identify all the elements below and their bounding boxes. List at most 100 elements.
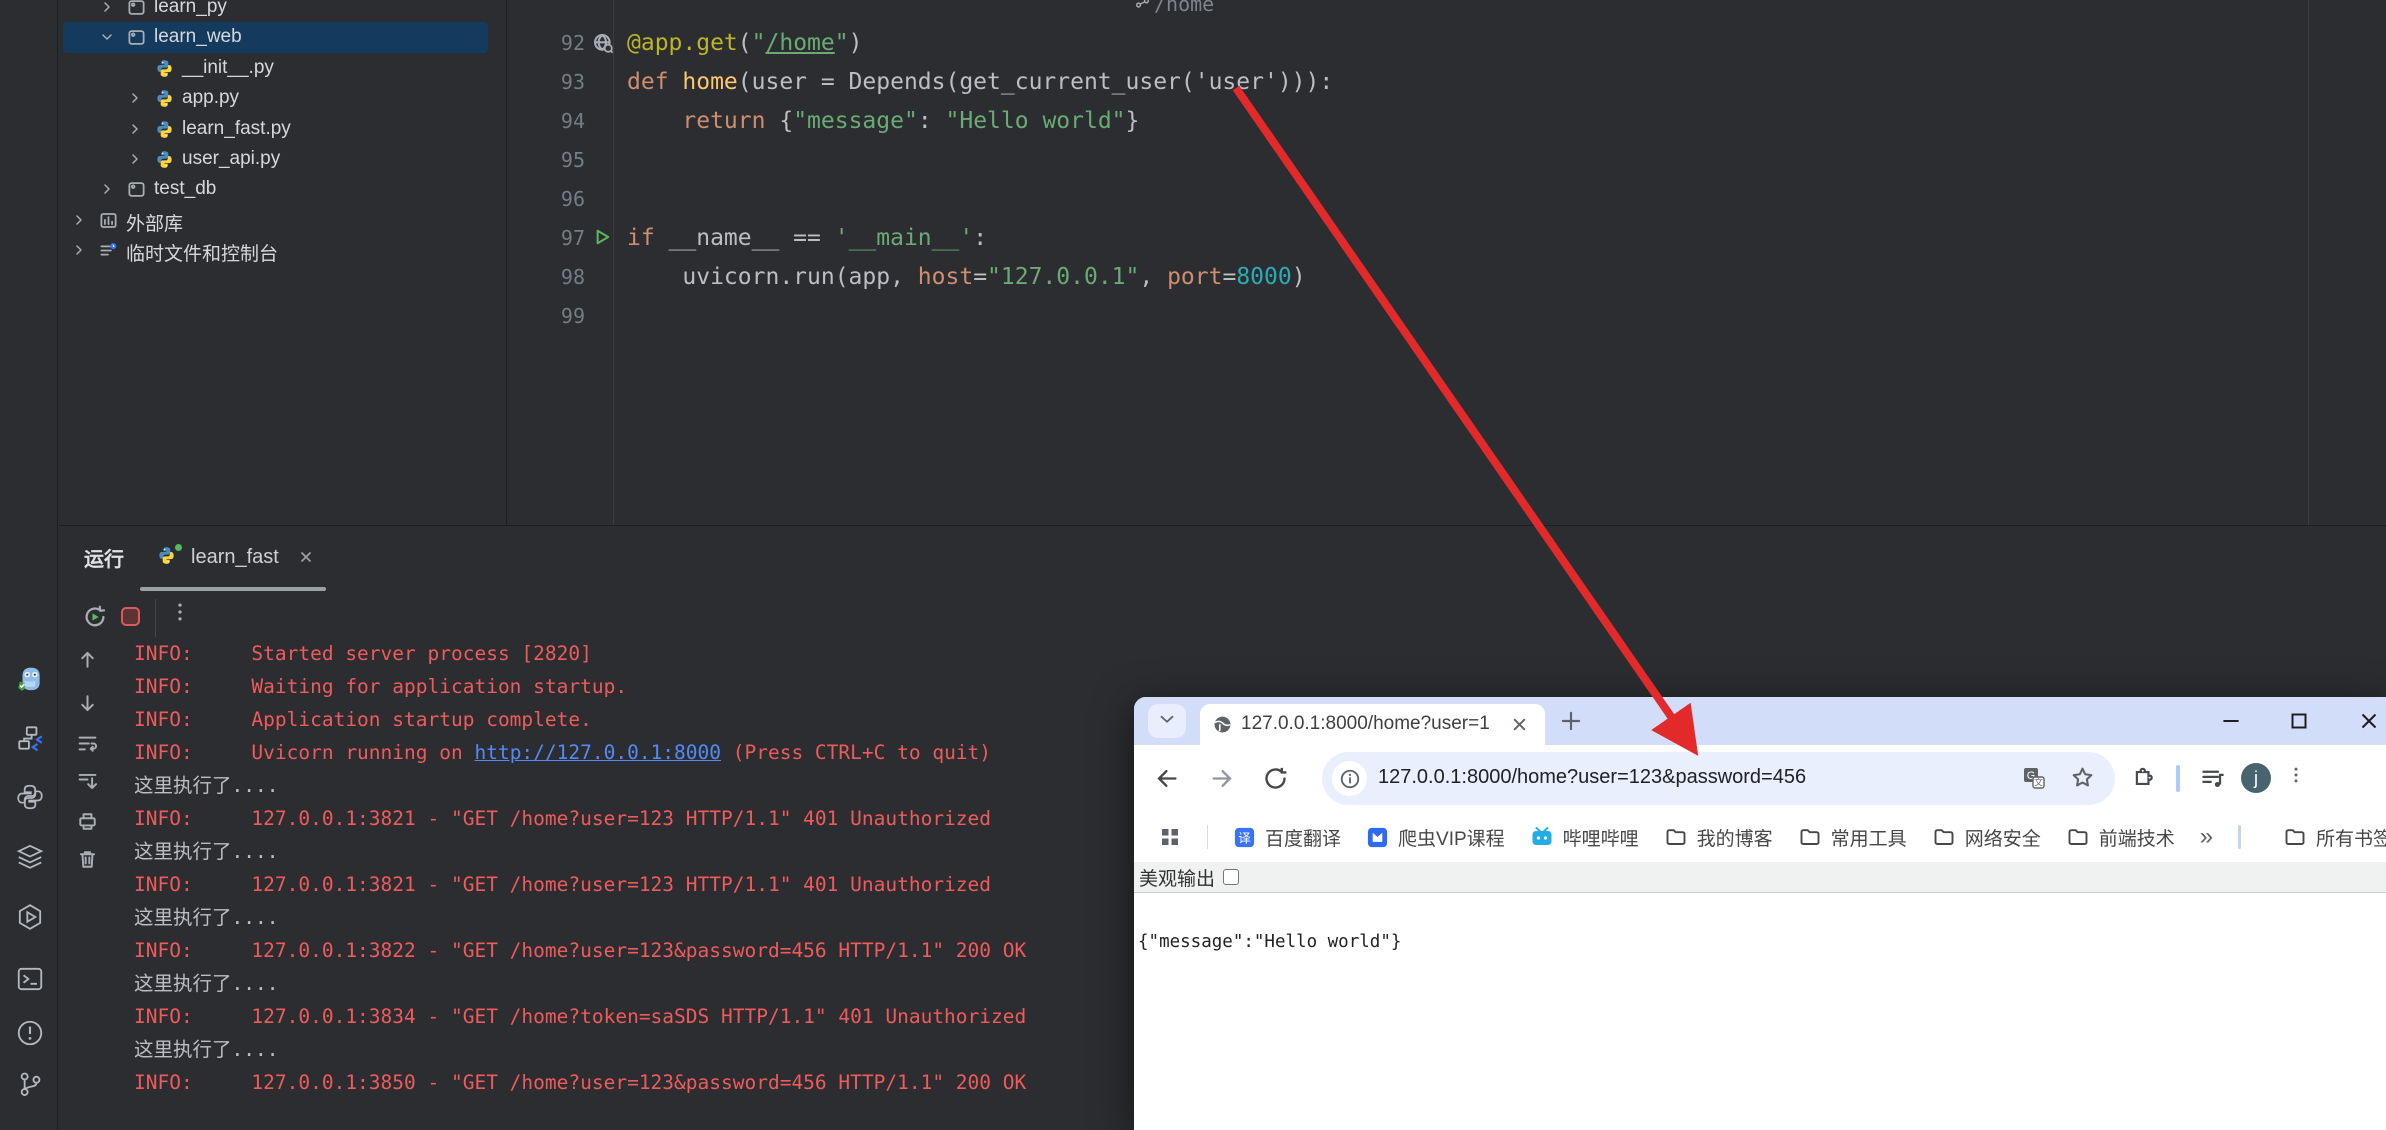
reload-button[interactable]	[1262, 765, 1289, 792]
console-text: 这里执行了....	[134, 840, 279, 863]
python-console-icon[interactable]	[15, 782, 45, 812]
minimize-button[interactable]	[2216, 707, 2246, 735]
code-line-92: @app.get("/home")	[627, 24, 862, 63]
code-token: }	[1125, 108, 1140, 134]
server-url-link[interactable]: http://127.0.0.1:8000	[474, 741, 721, 764]
tree-item-__init__py[interactable]: __init__.py	[59, 53, 506, 84]
endpoint-inlay-text: /home	[1154, 0, 1215, 16]
problems-icon[interactable]	[15, 1018, 45, 1048]
tree-item-user_apipy[interactable]: user_api.py	[59, 144, 506, 175]
python-icon	[155, 89, 174, 108]
code-editor[interactable]: /home 92 @app.get("/home") 93 def home(user…	[508, 0, 2308, 525]
chevron-right-icon[interactable]	[71, 212, 87, 228]
close-icon[interactable]	[297, 548, 315, 566]
console-line: INFO: Uvicorn running on http://127.0.0.…	[134, 736, 1194, 769]
chevron-right-icon[interactable]	[127, 151, 143, 167]
bookmark-百度翻译[interactable]: 译百度翻译	[1233, 824, 1341, 851]
bookmark-哔哩哔哩[interactable]: 哔哩哔哩	[1530, 824, 1639, 851]
tree-item-apppy[interactable]: app.py	[59, 83, 506, 114]
bookmark-爬虫VIP课程[interactable]: 爬虫VIP课程	[1366, 824, 1505, 851]
code-token: '__main__'	[834, 225, 974, 251]
tree-item-[interactable]: 临时文件和控制台	[59, 235, 506, 266]
bookmarks-separator	[2238, 825, 2242, 849]
run-line-icon[interactable]	[592, 227, 614, 249]
console-text: INFO: 127.0.0.1:3834 - "GET /home?token=…	[134, 1005, 1027, 1028]
services-icon[interactable]	[15, 902, 45, 932]
code-token: ,	[1139, 264, 1168, 290]
run-console-output[interactable]: INFO: Started server process [2820] INFO:…	[134, 637, 1194, 1130]
route-link[interactable]: /home	[766, 30, 835, 56]
more-options-icon[interactable]	[169, 601, 191, 633]
tree-item-test_db[interactable]: test_db	[59, 174, 506, 205]
python-icon	[155, 120, 174, 139]
code-line-93: def home(user = Depends(get_current_user…	[627, 63, 1333, 102]
bookmark-常用工具[interactable]: 常用工具	[1798, 824, 1907, 851]
forward-button[interactable]	[1208, 765, 1235, 792]
code-token: uvicorn.run(app,	[627, 264, 918, 290]
browser-menu-icon[interactable]	[2286, 765, 2304, 792]
bookmark-所有书签[interactable]: 所有书签	[2283, 824, 2386, 851]
back-button[interactable]	[1154, 765, 1181, 792]
tree-item-learn_fastpy[interactable]: learn_fast.py	[59, 114, 506, 145]
code-token: "127.0.0.1"	[987, 264, 1140, 290]
console-text: INFO: 127.0.0.1:3822 - "GET /home?user=1…	[134, 939, 1027, 962]
profile-avatar[interactable]: j	[2241, 763, 2271, 793]
bookmark-label: 网络安全	[1964, 828, 2041, 850]
layers-icon[interactable]	[15, 841, 45, 871]
line-number: 97	[560, 226, 585, 250]
run-tab-learn-fast[interactable]: learn_fast	[139, 534, 389, 586]
console-text: 这里执行了....	[134, 1038, 279, 1061]
console-line: INFO: 127.0.0.1:3850 - "GET /home?user=1…	[134, 1066, 1194, 1099]
bookmark-前端技术[interactable]: 前端技术	[2066, 824, 2175, 851]
bookmark-我的博客[interactable]: 我的博客	[1664, 824, 1773, 851]
rerun-button[interactable]	[83, 605, 107, 629]
scroll-end-icon[interactable]	[77, 771, 98, 792]
down-icon[interactable]	[77, 693, 98, 714]
new-tab-button[interactable]	[1558, 708, 1584, 734]
up-icon[interactable]	[77, 649, 98, 670]
bookmark-网络安全[interactable]: 网络安全	[1932, 824, 2041, 851]
maximize-button[interactable]	[2284, 707, 2314, 735]
chevron-right-icon[interactable]	[99, 181, 115, 197]
bilibili-icon	[1530, 825, 1554, 849]
site-info-icon[interactable]	[1332, 761, 1367, 796]
tab-search-button[interactable]	[1148, 704, 1186, 738]
endpoint-gutter-icon[interactable]	[592, 32, 614, 54]
python-icon	[155, 150, 174, 169]
clear-icon[interactable]	[77, 849, 98, 870]
bookmark-star-icon[interactable]	[2070, 765, 2095, 790]
pretty-print-checkbox[interactable]	[1223, 869, 1240, 885]
media-controls-icon[interactable]	[2200, 765, 2227, 792]
apps-grid-button[interactable]	[1158, 825, 1182, 849]
console-text: INFO: Waiting for application startup.	[134, 675, 628, 698]
translate-icon[interactable]: G文	[2022, 766, 2046, 790]
chevron-right-icon[interactable]	[71, 242, 87, 258]
chevron-right-icon[interactable]	[127, 90, 143, 106]
tree-item-learn_web[interactable]: learn_web	[59, 22, 506, 54]
stop-button[interactable]	[121, 607, 140, 626]
terminal-icon[interactable]	[15, 964, 45, 994]
address-bar[interactable]: 127.0.0.1:8000/home?user=123&password=45…	[1322, 752, 2115, 805]
line-number: 95	[560, 148, 585, 172]
close-window-button[interactable]	[2354, 707, 2384, 735]
ai-assistant-icon[interactable]	[15, 665, 45, 695]
chevron-right-icon[interactable]	[99, 0, 115, 15]
tree-item-[interactable]: 外部库	[59, 205, 506, 236]
soft-wrap-icon[interactable]	[77, 733, 98, 754]
tree-item-learn_py[interactable]: learn_py	[59, 0, 506, 23]
folder-icon	[2283, 825, 2307, 849]
print-icon[interactable]	[77, 811, 98, 832]
browser-active-tab[interactable]: 127.0.0.1:8000/home?user=1	[1200, 704, 1545, 745]
extensions-icon[interactable]	[2132, 765, 2158, 791]
chevron-down-icon[interactable]	[99, 29, 115, 45]
code-token: if	[627, 225, 669, 251]
structure-icon[interactable]	[15, 723, 45, 753]
close-icon[interactable]	[1510, 715, 1529, 734]
chevron-right-icon[interactable]	[127, 121, 143, 137]
tree-item-label: learn_fast.py	[182, 117, 291, 139]
overflow-button[interactable]: »	[2200, 825, 2213, 849]
svg-text:译: 译	[1238, 831, 1251, 845]
version-control-icon[interactable]	[15, 1069, 45, 1099]
code-token: __name__ ==	[668, 225, 835, 251]
translate-badge-icon: 译	[1233, 826, 1256, 849]
